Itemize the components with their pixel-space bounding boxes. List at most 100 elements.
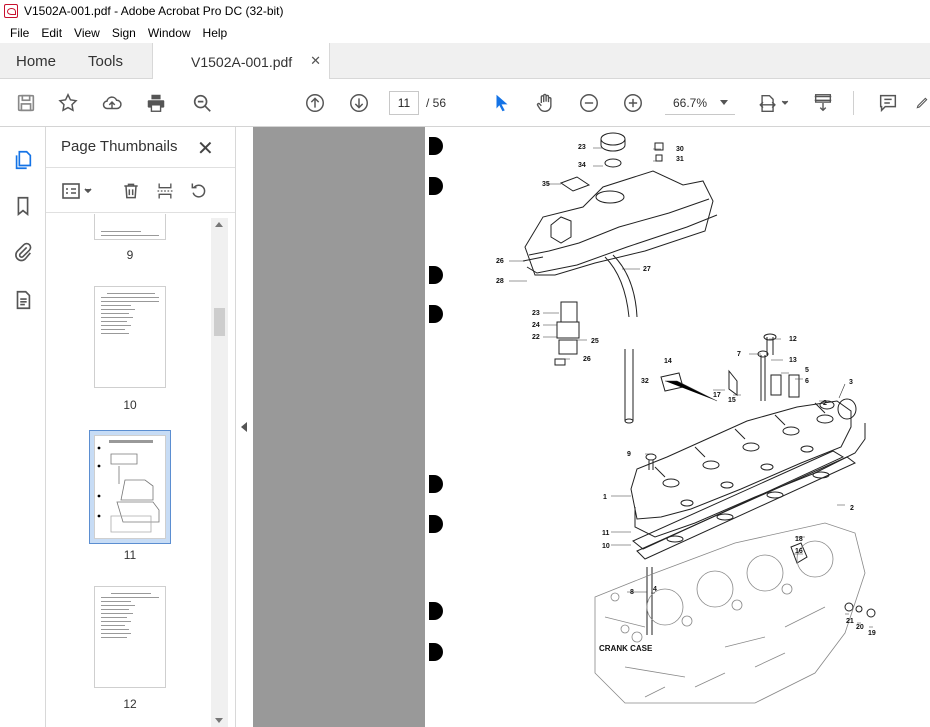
panel-title: Page Thumbnails [61, 138, 178, 155]
menu-window[interactable]: Window [142, 26, 197, 40]
thumbnail-scrollbar[interactable] [211, 218, 228, 727]
part-number-label: 31 [676, 156, 684, 163]
tab-document[interactable]: V1502A-001.pdf ✕ [152, 43, 330, 80]
part-number-label: 2 [823, 400, 827, 407]
panel-close-icon[interactable]: ✕ [197, 136, 214, 161]
scroll-down-icon[interactable] [215, 718, 223, 723]
menu-bar: File Edit View Sign Window Help [0, 22, 930, 43]
part-number-label: 13 [789, 357, 797, 364]
scrollbar-thumb[interactable] [214, 308, 225, 336]
chevron-down-icon[interactable] [720, 100, 728, 105]
part-number-label: 9 [627, 451, 631, 458]
part-number-label: 14 [664, 358, 672, 365]
part-number-label: 3 [849, 379, 853, 386]
part-number-label: 27 [643, 266, 651, 273]
part-number-label: 12 [789, 336, 797, 343]
part-number-label: 23 [532, 310, 540, 317]
zoom-search-icon[interactable] [190, 91, 214, 115]
attachment-icon[interactable] [10, 239, 36, 265]
part-number-label: 6 [805, 378, 809, 385]
part-number-label: 19 [868, 630, 876, 637]
delete-page-icon[interactable] [119, 179, 143, 203]
scroll-up-icon[interactable] [215, 222, 223, 227]
part-number-label: 1 [603, 494, 607, 501]
star-icon[interactable] [56, 91, 80, 115]
insert-page-icon[interactable] [153, 179, 177, 203]
crank-case-label: CRANK CASE [599, 644, 653, 653]
menu-help[interactable]: Help [197, 26, 234, 40]
part-number-label: 26 [583, 356, 591, 363]
part-number-label: 15 [728, 397, 736, 404]
thumbnail-label-9: 9 [126, 248, 134, 262]
scroll-mode-icon[interactable] [811, 91, 835, 115]
tab-tools[interactable]: Tools [88, 43, 123, 79]
part-number-label: 30 [676, 146, 684, 153]
document-view[interactable]: 23 30 31 34 35 26 28 27 23 24 22 25 26 1… [253, 127, 930, 727]
part-number-label: 28 [496, 278, 504, 285]
upload-cloud-icon[interactable] [100, 91, 124, 115]
part-number-label: 7 [737, 351, 741, 358]
part-number-label: 2 [850, 505, 854, 512]
page-thumbnails-icon[interactable] [10, 147, 36, 173]
acrobat-logo-icon [4, 4, 18, 18]
title-bar: V1502A-001.pdf - Adobe Acrobat Pro DC (3… [0, 0, 930, 22]
thumbnail-label-10: 10 [123, 398, 137, 412]
save-icon[interactable] [14, 91, 38, 115]
page-number-input[interactable]: 11 [389, 91, 419, 115]
tab-bar: Home Tools V1502A-001.pdf ✕ [0, 43, 930, 80]
thumbnail-label-12: 12 [123, 697, 137, 711]
exploded-parts-drawing [509, 132, 876, 704]
part-number-label: 5 [805, 367, 809, 374]
next-page-button[interactable] [347, 91, 371, 115]
page-fit-icon[interactable] [756, 91, 792, 115]
print-icon[interactable] [144, 91, 168, 115]
zoom-in-button[interactable] [621, 91, 645, 115]
main-toolbar: 11 / 56 66.7% [0, 79, 930, 127]
bookmark-icon[interactable] [10, 193, 36, 219]
part-number-label: 25 [591, 338, 599, 345]
part-number-label: 8 [630, 589, 634, 596]
thumbnail-page-9[interactable] [94, 214, 166, 240]
thumbnail-label-11: 11 [123, 548, 137, 562]
pdf-page: 23 30 31 34 35 26 28 27 23 24 22 25 26 1… [425, 127, 930, 727]
part-number-label: 10 [602, 543, 610, 550]
left-rail [0, 127, 46, 727]
menu-view[interactable]: View [68, 26, 106, 40]
hand-tool-icon[interactable] [533, 91, 557, 115]
part-number-label: 18 [795, 536, 803, 543]
thumbnail-page-12[interactable] [94, 586, 166, 688]
rotate-page-icon[interactable] [187, 179, 211, 203]
toolbar-divider [853, 91, 854, 115]
page-total: / 56 [426, 96, 447, 110]
part-number-label: 22 [532, 334, 540, 341]
window-title: V1502A-001.pdf - Adobe Acrobat Pro DC (3… [24, 4, 284, 18]
collapse-panel-icon[interactable] [241, 422, 247, 432]
menu-edit[interactable]: Edit [35, 26, 68, 40]
thumbnail-page-10[interactable] [94, 286, 166, 388]
thumbnail-page-11[interactable] [94, 435, 166, 539]
menu-sign[interactable]: Sign [106, 26, 142, 40]
thumbnail-options-icon[interactable] [60, 179, 98, 203]
select-cursor-icon[interactable] [490, 91, 514, 115]
part-number-label: 32 [641, 378, 649, 385]
part-number-label: 21 [846, 618, 854, 625]
part-number-label: 23 [578, 144, 586, 151]
zoom-out-button[interactable] [577, 91, 601, 115]
tab-home[interactable]: Home [16, 43, 56, 79]
part-number-label: 11 [602, 530, 610, 537]
comment-icon[interactable] [876, 91, 900, 115]
previous-page-button[interactable] [303, 91, 327, 115]
pen-icon[interactable] [914, 91, 930, 115]
part-number-label: 16 [795, 548, 803, 555]
tab-close-icon[interactable]: ✕ [310, 53, 321, 69]
part-number-label: 34 [578, 162, 586, 169]
panel-toolbar [46, 167, 235, 213]
page-thumbnails-panel: Page Thumbnails ✕ 9 10 11 12 [46, 127, 235, 727]
part-number-label: 17 [713, 392, 721, 399]
part-number-label: 20 [856, 624, 864, 631]
panel-splitter[interactable] [235, 127, 253, 727]
menu-file[interactable]: File [4, 26, 35, 40]
layers-document-icon[interactable] [10, 287, 36, 313]
part-number-label: 35 [542, 181, 550, 188]
thumbnail-list[interactable]: 9 10 11 12 [46, 214, 218, 727]
